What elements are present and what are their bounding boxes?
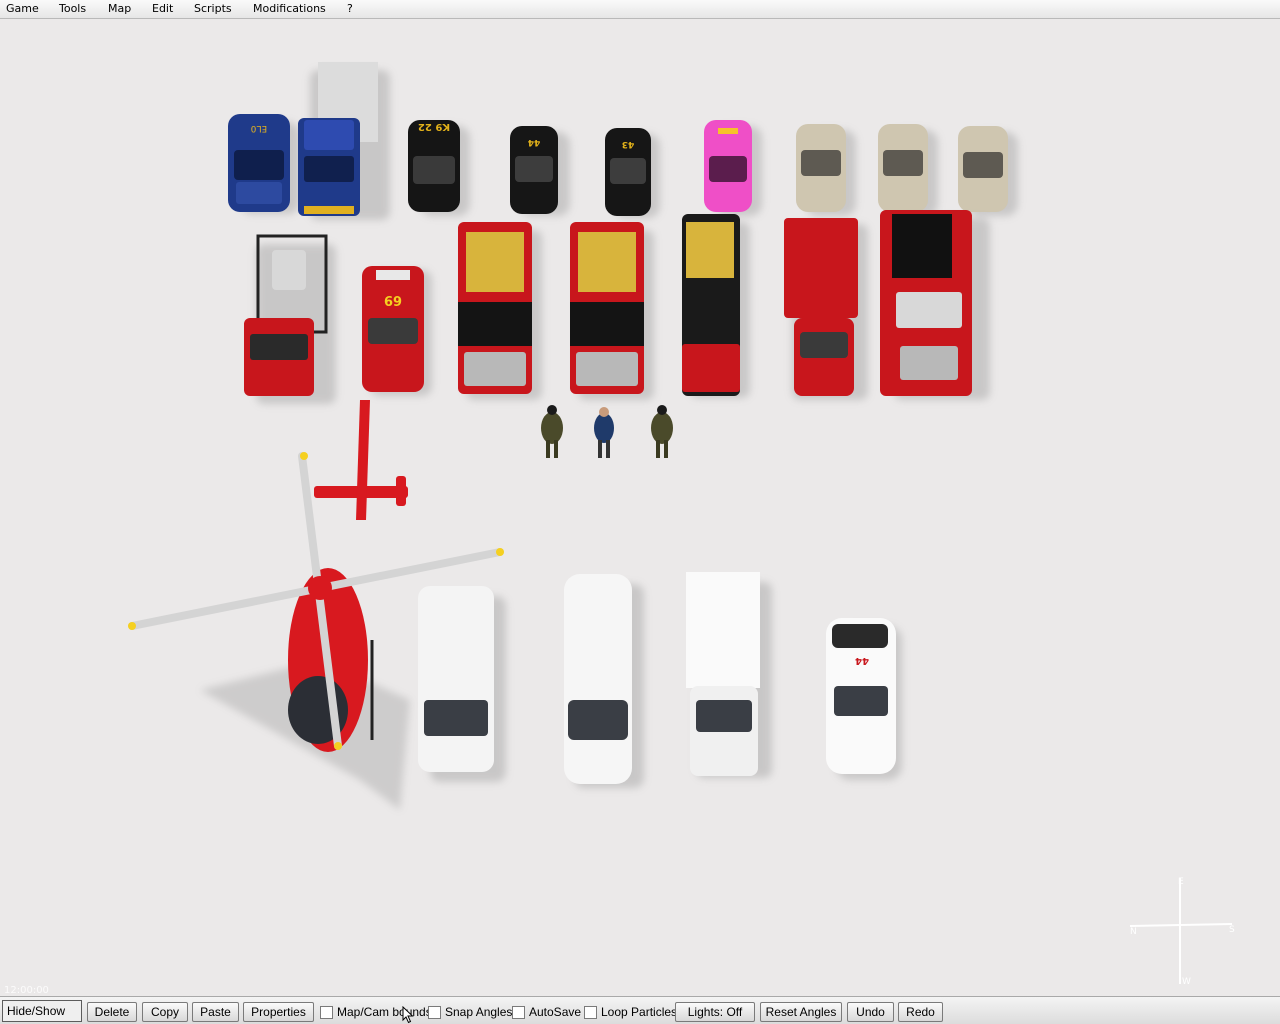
ems-44-marking: 44	[855, 655, 869, 666]
unmarked-car-43[interactable]: 43	[605, 128, 660, 218]
lights-toggle-button[interactable]: Lights: Off	[675, 1002, 755, 1022]
brush-truck[interactable]	[244, 234, 336, 404]
car-44-marking: 44	[528, 137, 541, 147]
paramedic-figure[interactable]	[594, 407, 614, 458]
properties-button[interactable]: Properties	[243, 1002, 314, 1022]
brush-pickup-69[interactable]: 69	[362, 266, 432, 396]
menu-help[interactable]: ?	[347, 3, 353, 15]
reset-angles-button[interactable]: Reset Angles	[760, 1002, 842, 1022]
command-truck-blue[interactable]	[298, 62, 390, 220]
scene-canvas[interactable]: ELO K9 22 44 43 69 44 E N S W	[0, 19, 1280, 996]
editor-viewport[interactable]: ELO K9 22 44 43 69 44 E N S W 12:00:00	[0, 19, 1280, 996]
menu-tools[interactable]: Tools	[59, 3, 86, 15]
rescue-box-truck[interactable]	[784, 218, 868, 400]
white-transit-van[interactable]	[564, 574, 644, 788]
brush-69-marking: 69	[384, 292, 402, 307]
bottom-toolbar: Hide/Show Delete Copy Paste Properties M…	[0, 996, 1280, 1024]
map-cam-bounds-checkbox[interactable]: Map/Cam bounds	[320, 1003, 432, 1021]
snap-angles-box[interactable]	[428, 1005, 441, 1019]
compass-n-label: N	[1130, 927, 1137, 937]
compass-e-label: E	[1178, 877, 1184, 887]
fire-engine-1[interactable]	[458, 222, 542, 400]
game-clock: 12:00:00	[4, 985, 49, 996]
menu-edit[interactable]: Edit	[152, 3, 173, 15]
map-cam-bounds-label: Map/Cam bounds	[337, 1005, 432, 1019]
redo-button[interactable]: Redo	[898, 1002, 943, 1022]
car-43-marking: 43	[622, 139, 635, 149]
loop-particles-label: Loop Particles	[601, 1005, 678, 1019]
unmarked-suv-k9[interactable]: K9 22	[408, 120, 470, 216]
copy-button[interactable]: Copy	[142, 1002, 188, 1022]
pink-suv[interactable]	[704, 120, 762, 216]
loop-particles-checkbox[interactable]: Loop Particles	[584, 1003, 677, 1021]
white-ambulance-van[interactable]	[418, 586, 506, 782]
firefighter-1[interactable]	[541, 405, 563, 458]
tan-sedan-1[interactable]	[796, 124, 856, 216]
fire-engine-2[interactable]	[570, 222, 654, 400]
map-cam-bounds-box[interactable]	[320, 1005, 333, 1019]
compass-w-label: W	[1182, 977, 1191, 987]
tan-sedan-3[interactable]	[958, 126, 1018, 216]
undo-button[interactable]: Undo	[847, 1002, 894, 1022]
menu-bar: Game Tools Map Edit Scripts Modification…	[0, 0, 1280, 19]
tower-ladder[interactable]	[880, 210, 990, 400]
delete-button[interactable]: Delete	[87, 1002, 137, 1022]
menu-map[interactable]: Map	[108, 3, 131, 15]
menu-game[interactable]: Game	[6, 3, 39, 15]
menu-scripts[interactable]: Scripts	[194, 3, 232, 15]
snap-angles-checkbox[interactable]: Snap Angles	[428, 1003, 512, 1021]
menu-modifications[interactable]: Modifications	[253, 3, 326, 15]
firefighter-2[interactable]	[651, 405, 673, 458]
compass-rose: E N S W	[1129, 877, 1235, 987]
autosave-label: AutoSave	[529, 1005, 582, 1019]
unmarked-car-44[interactable]: 44	[510, 126, 570, 216]
snap-angles-label: Snap Angles	[445, 1005, 513, 1019]
police-suv-blue[interactable]: ELO	[228, 114, 300, 214]
elo-marking: ELO	[251, 123, 267, 133]
autosave-checkbox[interactable]: AutoSave	[512, 1003, 581, 1021]
ladder-truck[interactable]	[682, 214, 750, 398]
autosave-box[interactable]	[512, 1005, 525, 1019]
hide-show-button[interactable]: Hide/Show	[2, 1000, 82, 1022]
mouse-cursor-icon	[402, 1006, 414, 1024]
tan-sedan-2[interactable]	[878, 124, 938, 216]
compass-s-label: S	[1229, 925, 1235, 935]
paste-button[interactable]: Paste	[192, 1002, 239, 1022]
ems-car-44[interactable]: 44	[826, 618, 902, 780]
white-box-ambulance[interactable]	[686, 572, 772, 778]
k9-marking: K9 22	[418, 121, 450, 132]
loop-particles-box[interactable]	[584, 1005, 597, 1019]
